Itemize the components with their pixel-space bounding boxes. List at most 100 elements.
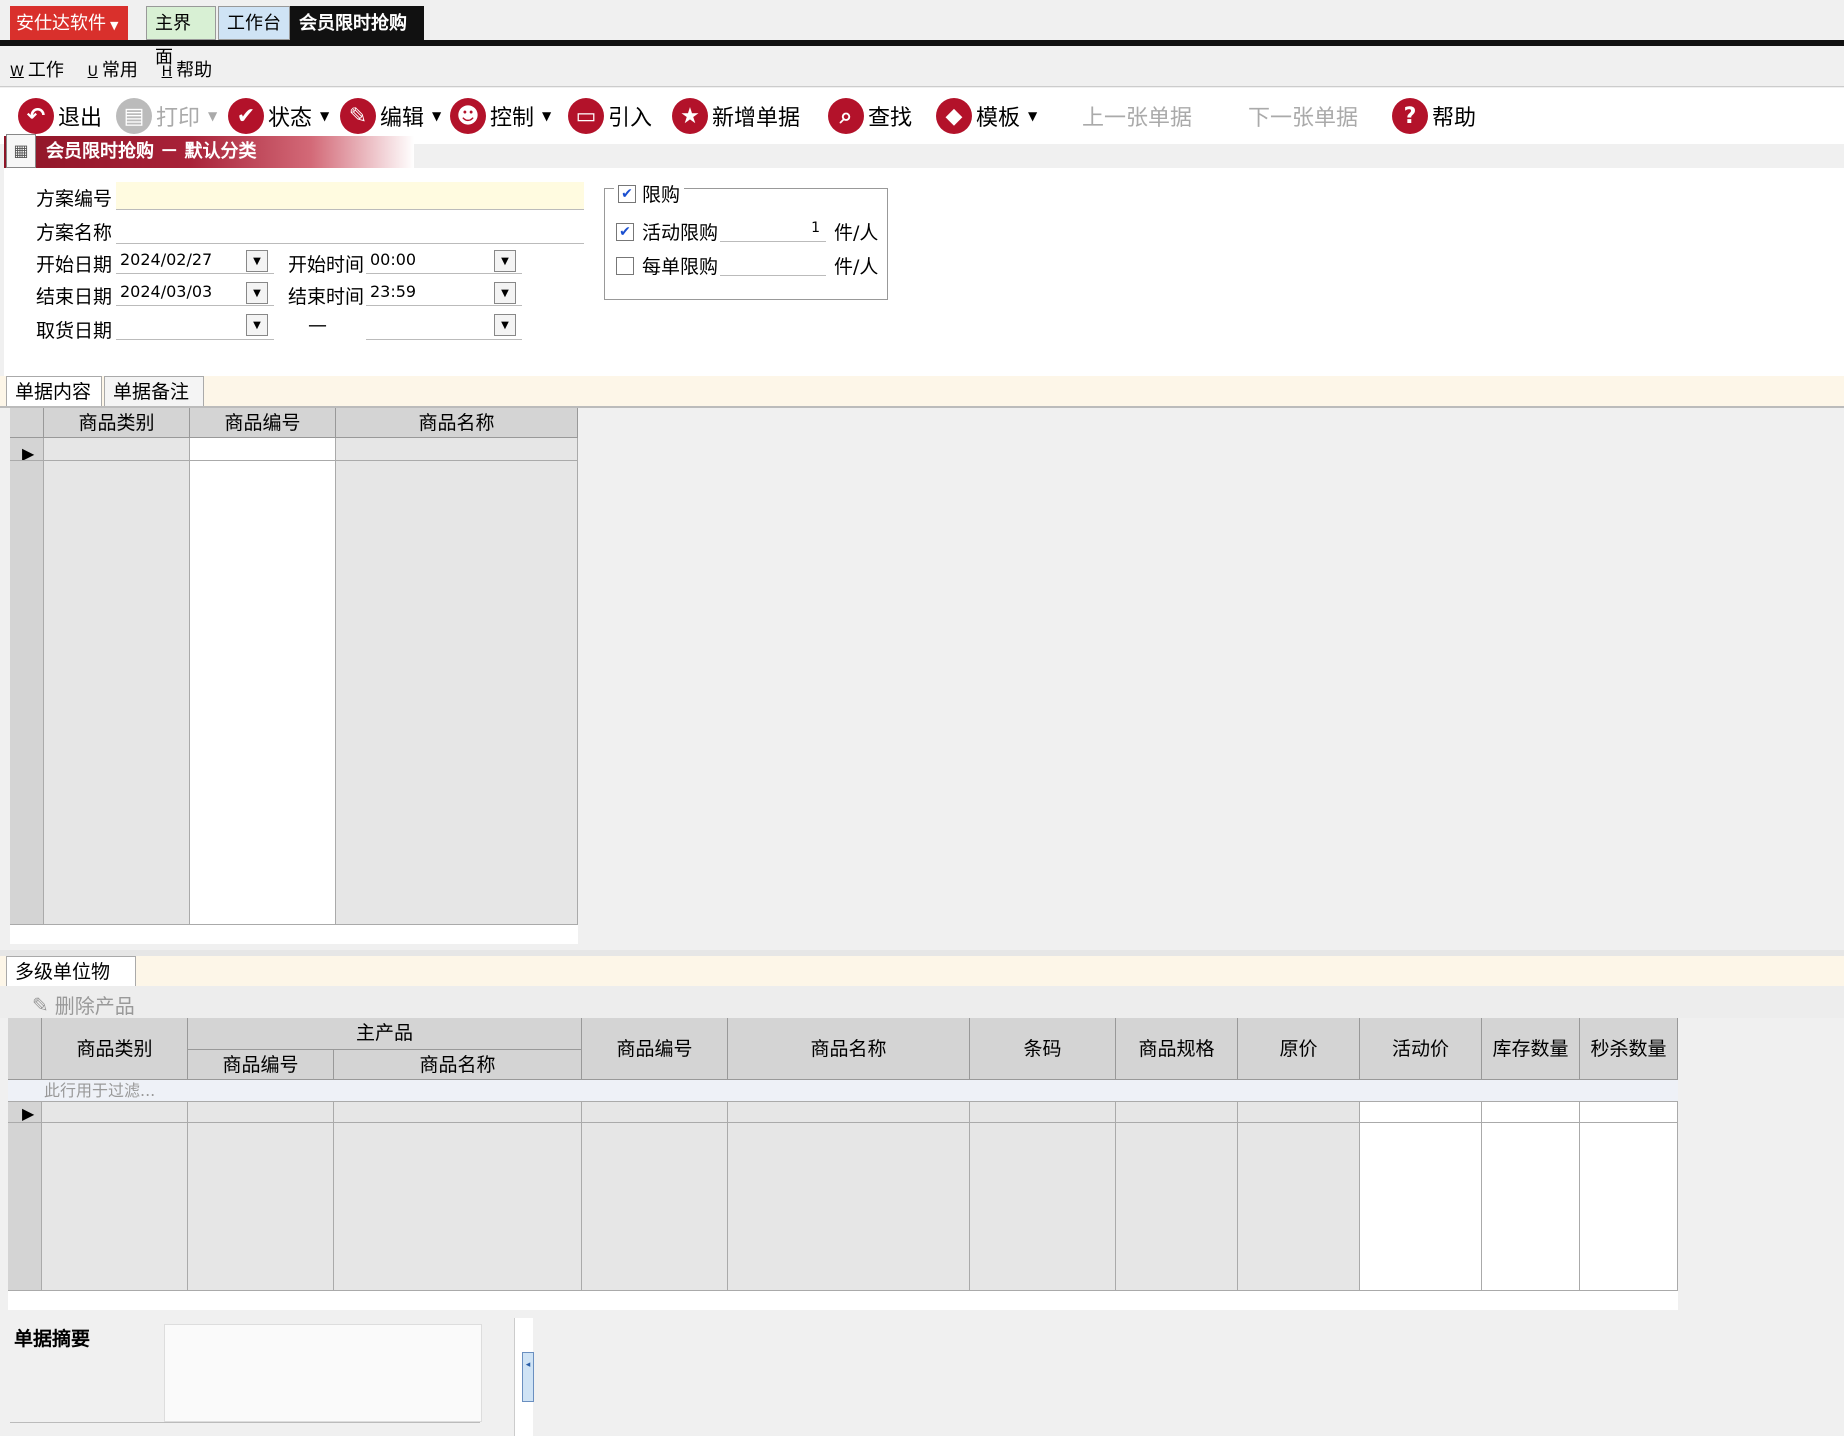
grid2-body-col[interactable] bbox=[970, 1080, 1116, 1310]
activity-limit-checkbox[interactable]: ✔ bbox=[616, 222, 634, 241]
grid1-name-column[interactable] bbox=[336, 438, 578, 944]
search-icon: ⌕ bbox=[828, 98, 864, 134]
collapse-toggle-icon[interactable]: ◂ bbox=[522, 1352, 534, 1402]
folder-icon: ▭ bbox=[568, 98, 604, 134]
grid2-col-spec[interactable]: 商品规格 bbox=[1116, 1018, 1238, 1080]
pencil-icon: ✎ bbox=[340, 98, 376, 134]
grid1-code-column[interactable] bbox=[190, 438, 336, 944]
status-label: 状态 bbox=[268, 106, 313, 131]
grid2-body-col[interactable] bbox=[728, 1080, 970, 1310]
menu-common[interactable]: U 常用 bbox=[88, 56, 138, 82]
start-date-label: 开始日期 bbox=[36, 254, 113, 276]
section1-tabstrip: 单据内容 单据备注 bbox=[0, 376, 1844, 408]
tab-workbench[interactable]: 工作台 bbox=[218, 6, 290, 40]
grid2-body-col[interactable] bbox=[1482, 1080, 1580, 1310]
grid2-col-main-code[interactable]: 商品编号 bbox=[188, 1050, 334, 1080]
grid1-row-line bbox=[10, 460, 578, 461]
grid1-row-indicator-column bbox=[10, 438, 44, 944]
grid2-col-code[interactable]: 商品编号 bbox=[582, 1018, 728, 1080]
grid2-body-col[interactable] bbox=[1580, 1080, 1678, 1310]
tab-underline bbox=[0, 40, 1844, 46]
dropdown-arrow-icon: ▼ bbox=[542, 109, 552, 123]
end-time-dropdown[interactable]: ▼ bbox=[494, 282, 516, 304]
grid1-col-category[interactable]: 商品类别 bbox=[44, 408, 190, 438]
prev-doc-button[interactable]: 上一张单据 bbox=[1082, 96, 1192, 136]
new-doc-label: 新增单据 bbox=[712, 106, 801, 131]
brand-menu-button[interactable]: 安仕达软件 ▼ bbox=[10, 6, 128, 42]
order-limit-input[interactable] bbox=[720, 248, 826, 276]
edit-button[interactable]: ✎ 编辑 ▼ bbox=[340, 96, 441, 136]
menu-bar: W 工作 U 常用 H 帮助 bbox=[0, 56, 220, 84]
find-button[interactable]: ⌕ 查找 bbox=[828, 96, 912, 136]
summary-divider bbox=[10, 1422, 480, 1423]
menu-work-label: 工作 bbox=[27, 60, 64, 81]
order-limit-checkbox[interactable] bbox=[616, 256, 634, 275]
control-label: 控制 bbox=[490, 106, 535, 131]
activity-limit-row: ✔ 活动限购 bbox=[616, 218, 718, 245]
exit-button[interactable]: ↶ 退出 bbox=[18, 96, 102, 136]
grid2-row-line bbox=[8, 1122, 1678, 1123]
status-button[interactable]: ✔ 状态 ▼ bbox=[228, 96, 329, 136]
grid2-col-category[interactable]: 商品类别 bbox=[42, 1018, 188, 1080]
activity-limit-label: 活动限购 bbox=[642, 222, 719, 244]
grid2-body-col[interactable] bbox=[42, 1080, 188, 1310]
help-button[interactable]: ? 帮助 bbox=[1392, 96, 1476, 136]
grid2-col-barcode[interactable]: 条码 bbox=[970, 1018, 1116, 1080]
menu-work-key: W bbox=[10, 64, 24, 80]
plan-name-input[interactable] bbox=[116, 216, 584, 244]
grid2-group-main-product: 主产品 bbox=[188, 1018, 582, 1050]
pickup-dash: — bbox=[308, 314, 327, 336]
tab-multi-unit[interactable]: 多级单位物料 bbox=[6, 956, 136, 1013]
section2-toolbar: ✎ 删除产品 bbox=[0, 986, 1844, 1018]
plan-no-input[interactable] bbox=[116, 182, 584, 210]
tab-doc-content[interactable]: 单据内容 bbox=[6, 376, 102, 406]
grid2-col-name[interactable]: 商品名称 bbox=[728, 1018, 970, 1080]
grid2-col-stock[interactable]: 库存数量 bbox=[1482, 1018, 1580, 1080]
limit-label: 限购 bbox=[642, 184, 681, 206]
template-button[interactable]: ◆ 模板 ▼ bbox=[936, 96, 1037, 136]
grid2-filter-row[interactable] bbox=[8, 1080, 1678, 1102]
grid2-body-col[interactable] bbox=[334, 1080, 582, 1310]
dropdown-arrow-icon: ▼ bbox=[1028, 109, 1038, 123]
menu-divider bbox=[0, 86, 1844, 87]
next-doc-button[interactable]: 下一张单据 bbox=[1248, 96, 1358, 136]
grid2-col-activity-price[interactable]: 活动价 bbox=[1360, 1018, 1482, 1080]
tab-main[interactable]: 主界面 bbox=[146, 6, 216, 68]
limit-group-title[interactable]: ✔ 限购 bbox=[614, 180, 685, 207]
grid2-col-original-price[interactable]: 原价 bbox=[1238, 1018, 1360, 1080]
control-button[interactable]: ☻ 控制 ▼ bbox=[450, 96, 551, 136]
grid2-col-main-name[interactable]: 商品名称 bbox=[334, 1050, 582, 1080]
menu-work[interactable]: W 工作 bbox=[10, 56, 64, 82]
filter-row-placeholder[interactable]: 此行用于过滤... bbox=[44, 1080, 155, 1102]
summary-label: 单据摘要 bbox=[14, 1328, 91, 1350]
end-date-dropdown[interactable]: ▼ bbox=[246, 282, 268, 304]
pickup-date-start-dropdown[interactable]: ▼ bbox=[246, 314, 268, 336]
grid2-body-col[interactable] bbox=[1238, 1080, 1360, 1310]
grid1-col-code[interactable]: 商品编号 bbox=[190, 408, 336, 438]
pencil-icon: ✎ bbox=[32, 992, 49, 1017]
grid2-body-col[interactable] bbox=[1360, 1080, 1482, 1310]
grid1-col-name[interactable]: 商品名称 bbox=[336, 408, 578, 438]
new-doc-button[interactable]: ★ 新增单据 bbox=[672, 96, 800, 136]
grid2-col-flash-qty[interactable]: 秒杀数量 bbox=[1580, 1018, 1678, 1080]
print-label: 打印 bbox=[156, 106, 201, 131]
grid1-category-column[interactable] bbox=[44, 438, 190, 944]
order-limit-unit: 件/人 bbox=[834, 256, 879, 278]
grid2-body-col[interactable] bbox=[1116, 1080, 1238, 1310]
grid2-body-col[interactable] bbox=[582, 1080, 728, 1310]
dropdown-arrow-icon: ▼ bbox=[208, 109, 218, 123]
print-button[interactable]: ▤ 打印 ▼ bbox=[116, 96, 217, 136]
summary-textarea[interactable] bbox=[164, 1324, 482, 1422]
user-icon: ☻ bbox=[450, 98, 486, 134]
pickup-date-end-dropdown[interactable]: ▼ bbox=[494, 314, 516, 336]
limit-checkbox[interactable]: ✔ bbox=[618, 184, 636, 203]
tab-doc-remarks[interactable]: 单据备注 bbox=[104, 376, 204, 406]
menu-help[interactable]: H 帮助 bbox=[162, 56, 213, 82]
start-time-dropdown[interactable]: ▼ bbox=[494, 250, 516, 272]
tab-flash-sale[interactable]: 会员限时抢购 bbox=[290, 6, 424, 40]
delete-product-button[interactable]: ✎ 删除产品 bbox=[32, 990, 135, 1019]
import-button[interactable]: ▭ 引入 bbox=[568, 96, 652, 136]
grid2-body-col[interactable] bbox=[188, 1080, 334, 1310]
activity-limit-input[interactable]: 1 bbox=[720, 214, 826, 242]
start-date-dropdown[interactable]: ▼ bbox=[246, 250, 268, 272]
